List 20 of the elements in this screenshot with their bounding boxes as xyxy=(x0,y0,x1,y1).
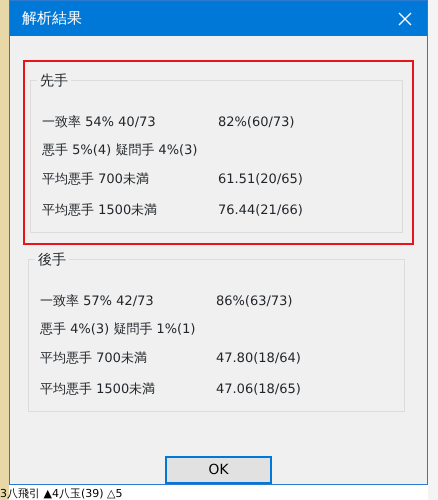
stat-label: 平均悪手 1500未満 xyxy=(40,380,156,398)
stat-value: 61.51(20/65) xyxy=(218,170,303,188)
stat-value: 82%(60/73) xyxy=(218,114,295,132)
stat-label: 悪手 4%(3) 疑問手 1%(1) xyxy=(40,321,196,339)
stat-label: 悪手 5%(4) 疑問手 4%(3) xyxy=(42,142,198,160)
stat-label: 平均悪手 700未満 xyxy=(42,170,150,188)
ok-button[interactable]: OK xyxy=(165,456,272,484)
close-icon xyxy=(397,10,413,26)
stat-label: 平均悪手 700未満 xyxy=(40,350,148,368)
stat-label: 一致率 57% 42/73 xyxy=(40,292,155,310)
window-title: 解析結果 xyxy=(22,8,82,30)
stat-label: 平均悪手 1500未満 xyxy=(42,202,158,220)
stat-value: 47.06(18/65) xyxy=(216,380,301,398)
stat-value: 76.44(21/66) xyxy=(218,202,303,220)
stat-label: 一致率 54% 40/73 xyxy=(42,114,157,132)
move-list-text: 3八飛引 ▲4八玉(39) △5 xyxy=(0,487,122,500)
stat-value: 86%(63/73) xyxy=(216,292,293,310)
group-title: 先手 xyxy=(37,72,71,90)
group-title: 後手 xyxy=(35,251,69,269)
stat-value: 47.80(18/64) xyxy=(216,350,301,368)
